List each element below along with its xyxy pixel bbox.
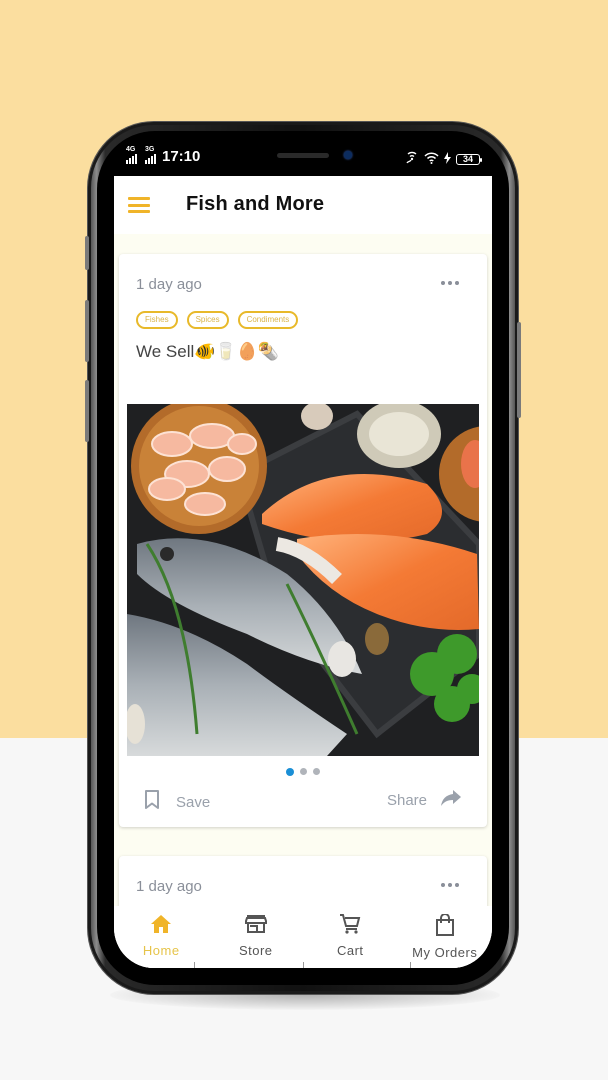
nav-divider — [303, 962, 304, 968]
app-screen: Fish and More 1 day ago Fishes Spices Co… — [114, 176, 492, 968]
tag-fishes[interactable]: Fishes — [136, 311, 178, 329]
tag-condiments[interactable]: Condiments — [237, 311, 299, 329]
battery-indicator: 34 — [456, 153, 482, 165]
carousel-dot-2[interactable] — [300, 768, 307, 775]
earpiece-speaker — [277, 153, 329, 158]
wifi-icon — [424, 151, 439, 167]
bookmark-icon — [144, 790, 160, 815]
network-type-1: 4G — [126, 146, 136, 153]
hamburger-menu-icon[interactable] — [128, 197, 150, 213]
nav-my-orders[interactable]: My Orders — [398, 906, 493, 968]
nav-cart[interactable]: Cart — [303, 906, 398, 968]
post-tags: Fishes Spices Condiments — [136, 311, 299, 329]
nav-label-home: Home — [142, 943, 180, 958]
nav-label-store: Store — [238, 943, 273, 958]
volume-up-button — [85, 300, 89, 362]
post-card: 1 day ago Fishes Spices Condiments We Se… — [119, 254, 487, 827]
carousel-dot-1[interactable] — [286, 767, 294, 776]
post-image[interactable] — [127, 404, 479, 756]
charging-icon — [444, 151, 451, 167]
hotspot-icon — [405, 151, 419, 167]
more-options-icon[interactable] — [441, 281, 459, 285]
app-title: Fish and More — [186, 193, 325, 215]
tag-spices[interactable]: Spices — [186, 311, 229, 329]
save-button[interactable]: Save — [144, 790, 210, 815]
post-text: We Sell🐠🥛🥚🌯 — [136, 342, 279, 361]
carousel-indicator — [119, 767, 487, 776]
power-button — [517, 322, 521, 418]
save-label: Save — [176, 794, 211, 811]
share-label: Share — [386, 792, 427, 809]
mute-switch — [85, 236, 89, 270]
nav-divider — [194, 962, 195, 968]
shopping-bag-icon — [435, 913, 455, 941]
store-icon — [244, 914, 267, 939]
volume-down-button — [85, 380, 89, 442]
seafood-photo — [127, 404, 479, 756]
front-camera — [344, 151, 352, 159]
nav-label-cart: Cart — [336, 943, 364, 958]
share-arrow-icon — [441, 790, 461, 811]
nav-divider — [410, 962, 411, 968]
signal-icon-1: 4G — [126, 146, 137, 164]
post-time: 1 day ago — [136, 276, 202, 293]
status-time: 17:10 — [162, 148, 201, 165]
nav-label-my-orders: My Orders — [412, 945, 478, 960]
network-type-2: 3G — [145, 146, 155, 153]
bottom-navigation: Home Store Cart My Orders — [114, 906, 492, 968]
status-bar: 4G 3G 17:10 34 — [114, 140, 492, 176]
home-icon — [150, 914, 172, 939]
nav-store[interactable]: Store — [209, 906, 304, 968]
nav-home[interactable]: Home — [114, 906, 209, 968]
share-button[interactable]: Share — [387, 790, 461, 811]
carousel-dot-3[interactable] — [313, 768, 320, 775]
app-bar: Fish and More — [114, 176, 492, 234]
post-time: 1 day ago — [136, 878, 202, 895]
more-options-icon[interactable] — [441, 883, 459, 887]
cart-icon — [339, 914, 361, 939]
signal-icon-2: 3G — [145, 146, 156, 164]
